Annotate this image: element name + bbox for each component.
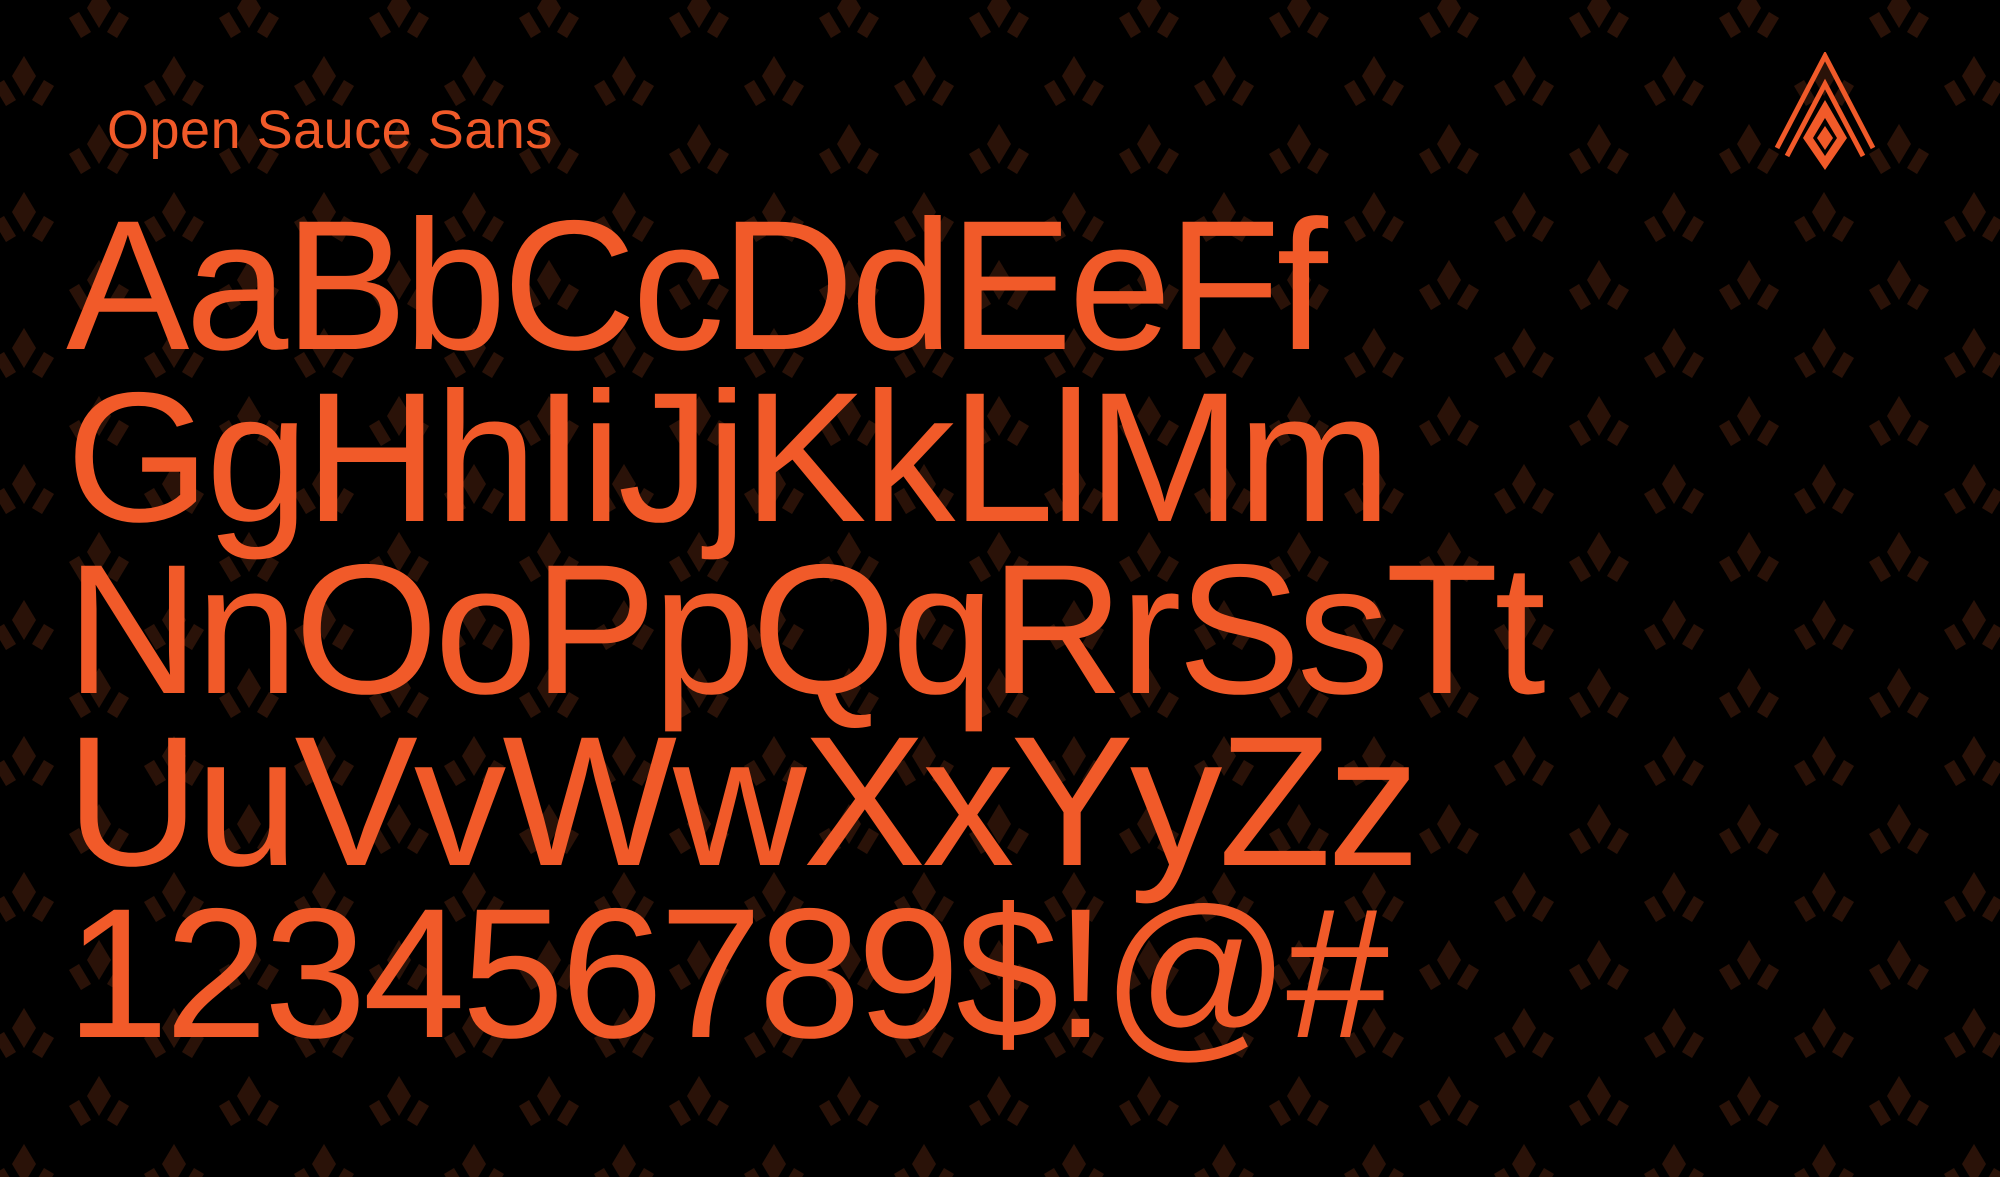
specimen-line-numerals: 123456789$!@# xyxy=(66,871,1389,1077)
chevron-diamond-logo-icon xyxy=(1774,52,1876,170)
specimen-line-n-t: NnOoPpQqRrSsTt xyxy=(66,527,1546,733)
specimen-line-u-z: UuVvWwXxYyZz xyxy=(66,699,1420,905)
specimen-line-a-f: AaBbCcDdEeFf xyxy=(66,183,1328,389)
glyph-specimen: AaBbCcDdEeFf GgHhIiJjKkLlMm NnOoPpQqRrSs… xyxy=(66,183,1926,1077)
specimen-line-g-m: GgHhIiJjKkLlMm xyxy=(66,355,1391,561)
specimen-canvas: Open Sauce Sans AaBbCcDdEeFf GgHhIiJjKkL… xyxy=(0,0,2000,1177)
font-name-title: Open Sauce Sans xyxy=(107,100,553,160)
